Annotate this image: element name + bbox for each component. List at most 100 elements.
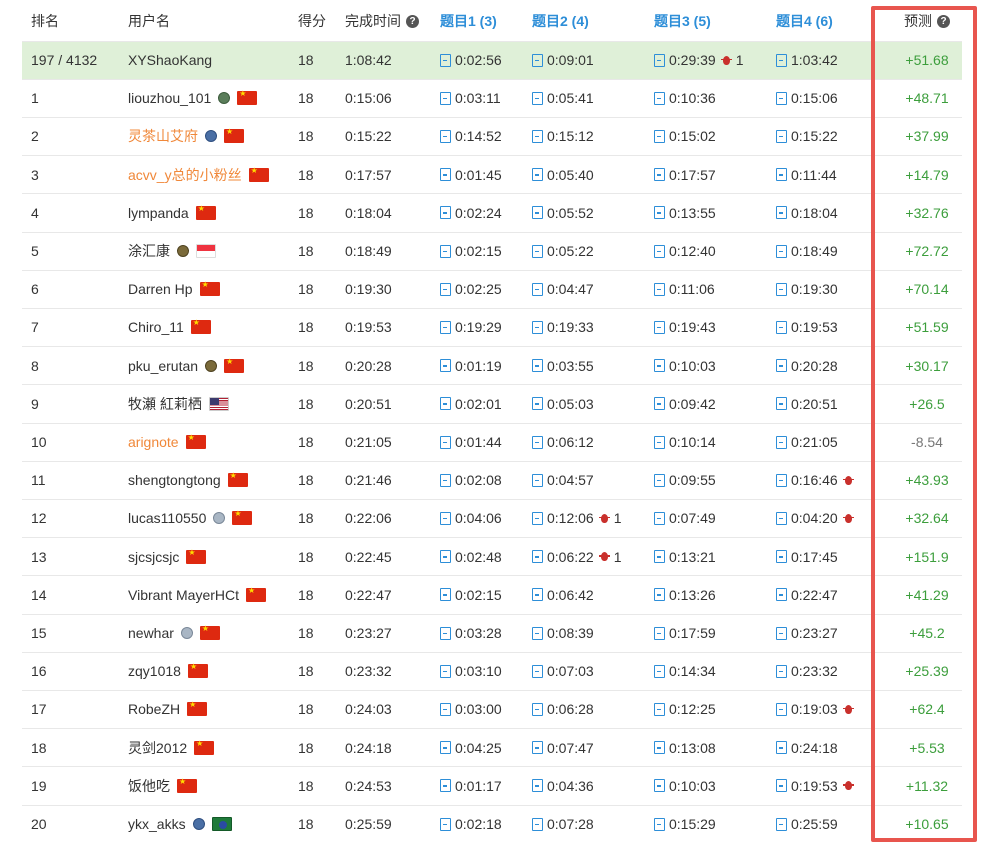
username-link[interactable]: Chiro_11 <box>128 319 184 335</box>
submission-file-icon[interactable] <box>654 779 665 793</box>
username-link[interactable]: 牧瀬 紅莉栖 <box>128 394 202 414</box>
username-link[interactable]: newhar <box>128 625 174 641</box>
username-link[interactable]: lympanda <box>128 205 189 221</box>
submission-file-icon[interactable] <box>654 168 665 182</box>
submission-file-icon[interactable] <box>440 168 451 182</box>
submission-file-icon[interactable] <box>654 320 665 334</box>
username-link[interactable]: 灵剑2012 <box>128 738 187 758</box>
submission-file-icon[interactable] <box>776 741 787 755</box>
submission-file-icon[interactable] <box>776 320 787 334</box>
submission-file-icon[interactable] <box>654 550 665 564</box>
submission-file-icon[interactable] <box>532 588 543 602</box>
submission-file-icon[interactable] <box>776 129 787 143</box>
submission-file-icon[interactable] <box>532 206 543 220</box>
username-link[interactable]: 涂汇康 <box>128 241 170 261</box>
submission-file-icon[interactable] <box>654 359 665 373</box>
submission-file-icon[interactable] <box>532 244 543 258</box>
username-link[interactable]: ykx_akks <box>128 816 186 832</box>
username-link[interactable]: lucas110550 <box>128 510 206 526</box>
submission-file-icon[interactable] <box>532 53 543 67</box>
submission-file-icon[interactable] <box>532 359 543 373</box>
submission-file-icon[interactable] <box>532 702 543 716</box>
username-link[interactable]: RobeZH <box>128 701 180 717</box>
submission-file-icon[interactable] <box>532 817 543 831</box>
submission-file-icon[interactable] <box>532 779 543 793</box>
submission-file-icon[interactable] <box>776 168 787 182</box>
username-link[interactable]: liouzhou_101 <box>128 90 211 106</box>
username-link[interactable]: XYShaoKang <box>128 52 212 68</box>
submission-file-icon[interactable] <box>440 779 451 793</box>
username-link[interactable]: arignote <box>128 434 179 450</box>
submission-file-icon[interactable] <box>440 359 451 373</box>
submission-file-icon[interactable] <box>440 129 451 143</box>
submission-file-icon[interactable] <box>532 282 543 296</box>
submission-file-icon[interactable] <box>776 588 787 602</box>
submission-file-icon[interactable] <box>776 282 787 296</box>
username-link[interactable]: Darren Hp <box>128 281 193 297</box>
submission-file-icon[interactable] <box>776 550 787 564</box>
submission-file-icon[interactable] <box>532 473 543 487</box>
username-link[interactable]: sjcsjcsjc <box>128 549 179 565</box>
username-link[interactable]: zqy1018 <box>128 663 181 679</box>
question-1-link[interactable]: 题目1 (3) <box>440 2 497 40</box>
submission-file-icon[interactable] <box>776 53 787 67</box>
username-link[interactable]: shengtongtong <box>128 472 221 488</box>
submission-file-icon[interactable] <box>440 435 451 449</box>
submission-file-icon[interactable] <box>654 588 665 602</box>
submission-file-icon[interactable] <box>440 244 451 258</box>
username-link[interactable]: pku_erutan <box>128 358 198 374</box>
submission-file-icon[interactable] <box>654 511 665 525</box>
submission-file-icon[interactable] <box>440 588 451 602</box>
submission-file-icon[interactable] <box>440 91 451 105</box>
submission-file-icon[interactable] <box>532 435 543 449</box>
submission-file-icon[interactable] <box>532 550 543 564</box>
submission-file-icon[interactable] <box>440 817 451 831</box>
submission-file-icon[interactable] <box>776 435 787 449</box>
submission-file-icon[interactable] <box>532 397 543 411</box>
submission-file-icon[interactable] <box>654 244 665 258</box>
submission-file-icon[interactable] <box>654 282 665 296</box>
help-icon[interactable]: ? <box>406 14 419 28</box>
submission-file-icon[interactable] <box>440 550 451 564</box>
submission-file-icon[interactable] <box>776 397 787 411</box>
submission-file-icon[interactable] <box>654 626 665 640</box>
submission-file-icon[interactable] <box>654 129 665 143</box>
submission-file-icon[interactable] <box>440 741 451 755</box>
submission-file-icon[interactable] <box>532 626 543 640</box>
submission-file-icon[interactable] <box>776 702 787 716</box>
submission-file-icon[interactable] <box>532 741 543 755</box>
submission-file-icon[interactable] <box>654 741 665 755</box>
submission-file-icon[interactable] <box>776 244 787 258</box>
question-2-link[interactable]: 题目2 (4) <box>532 2 589 40</box>
submission-file-icon[interactable] <box>440 664 451 678</box>
submission-file-icon[interactable] <box>440 511 451 525</box>
submission-file-icon[interactable] <box>440 320 451 334</box>
username-link[interactable]: 饭他吃 <box>128 776 170 796</box>
username-link[interactable]: acvv_y总的小粉丝 <box>128 165 242 185</box>
submission-file-icon[interactable] <box>440 473 451 487</box>
submission-file-icon[interactable] <box>776 626 787 640</box>
username-link[interactable]: Vibrant MayerHCt <box>128 587 239 603</box>
submission-file-icon[interactable] <box>532 91 543 105</box>
submission-file-icon[interactable] <box>654 397 665 411</box>
submission-file-icon[interactable] <box>532 129 543 143</box>
submission-file-icon[interactable] <box>776 779 787 793</box>
submission-file-icon[interactable] <box>776 206 787 220</box>
submission-file-icon[interactable] <box>776 359 787 373</box>
submission-file-icon[interactable] <box>654 53 665 67</box>
submission-file-icon[interactable] <box>654 206 665 220</box>
submission-file-icon[interactable] <box>440 282 451 296</box>
submission-file-icon[interactable] <box>440 206 451 220</box>
submission-file-icon[interactable] <box>776 664 787 678</box>
submission-file-icon[interactable] <box>440 702 451 716</box>
question-3-link[interactable]: 题目3 (5) <box>654 2 711 40</box>
question-4-link[interactable]: 题目4 (6) <box>776 2 833 40</box>
submission-file-icon[interactable] <box>654 91 665 105</box>
submission-file-icon[interactable] <box>654 702 665 716</box>
username-link[interactable]: 灵茶山艾府 <box>128 126 198 146</box>
submission-file-icon[interactable] <box>654 664 665 678</box>
submission-file-icon[interactable] <box>654 817 665 831</box>
submission-file-icon[interactable] <box>440 53 451 67</box>
submission-file-icon[interactable] <box>532 320 543 334</box>
submission-file-icon[interactable] <box>776 473 787 487</box>
